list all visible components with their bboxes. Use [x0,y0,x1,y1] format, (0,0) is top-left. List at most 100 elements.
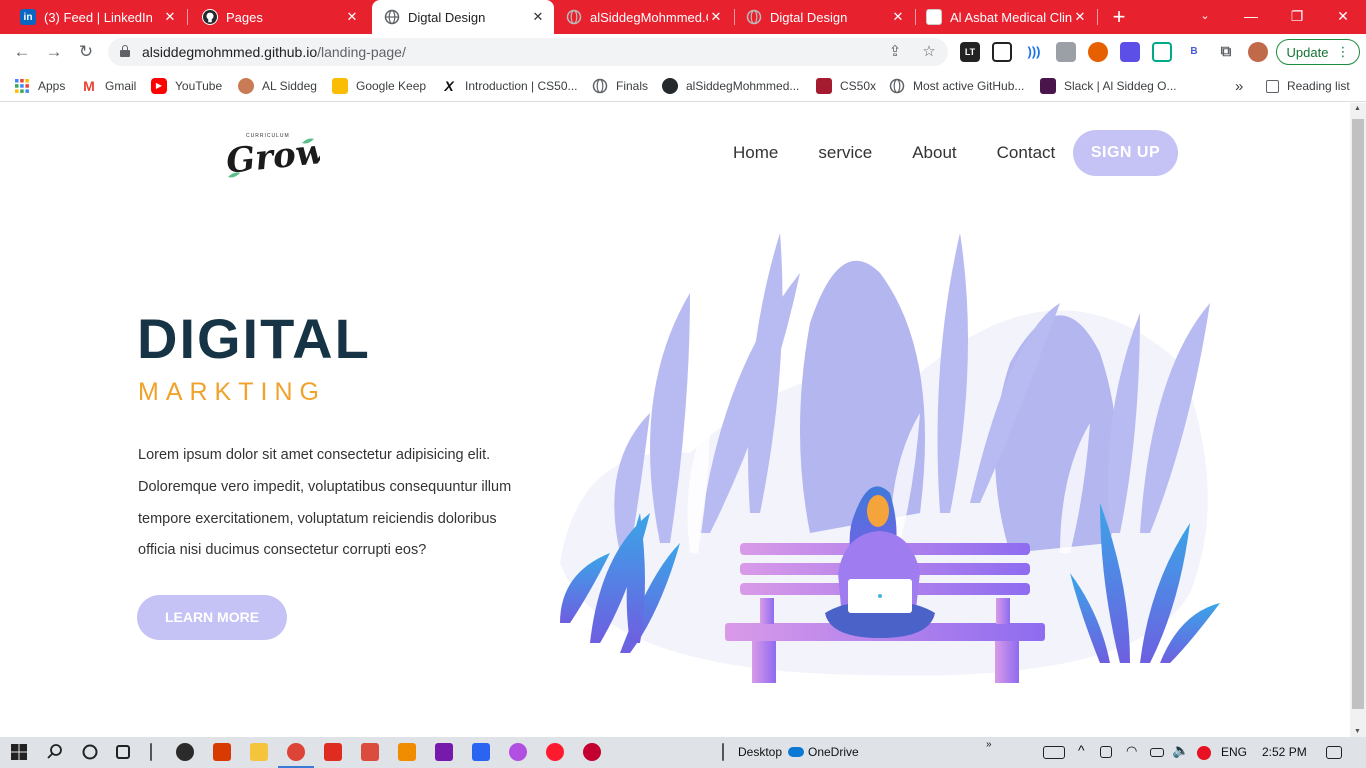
back-button[interactable]: ← [10,40,34,64]
action-center-icon[interactable] [1326,746,1342,759]
language-indicator[interactable]: ENG [1221,745,1247,759]
nav-service[interactable]: service [818,143,872,163]
reload-button[interactable]: ↻ [74,40,98,64]
minimize-button[interactable]: — [1228,0,1274,34]
picture-in-picture-icon[interactable] [992,42,1012,62]
office-icon[interactable] [213,743,231,761]
bookmark-github-repo[interactable]: alSiddegMohmmed... [662,76,799,96]
onedrive-icon[interactable] [788,747,804,757]
cortana-icon[interactable] [81,743,99,761]
tab-github-io[interactable]: alSiddegMohmmed.GitHub.io ✕ [556,0,732,34]
keyboard-icon[interactable] [1043,746,1065,759]
bookmark-finals[interactable]: Finals [592,76,648,96]
file-explorer-icon[interactable] [250,743,268,761]
clock[interactable]: 2:52 PM [1262,745,1307,759]
profile-extension-icon[interactable] [1056,42,1076,62]
nav-contact[interactable]: Contact [997,143,1056,163]
tab-pages[interactable]: Pages ✕ [182,0,368,34]
bookmark-google-keep[interactable]: Google Keep [332,76,426,96]
close-icon[interactable]: ✕ [890,9,906,25]
browser-toolbar: ← → ↻ alsiddegmohmmed.github.io/landing-… [0,34,1366,70]
windows-start-icon[interactable] [10,743,28,761]
forward-button[interactable]: → [42,40,66,64]
bookmark-apps[interactable]: Apps [14,76,65,96]
tab-digtal-design-active[interactable]: Digtal Design ✕ [372,0,554,34]
nav-about[interactable]: About [912,143,956,163]
bookmark-gmail[interactable]: M Gmail [81,76,136,96]
restore-button[interactable]: ❐ [1274,0,1320,34]
scroll-up-arrow-icon[interactable]: ▲ [1354,105,1362,112]
landing-page: CURRICULUM Grow Home service About Conta… [0,103,1350,737]
more-bookmarks-button[interactable]: » [1235,76,1243,96]
puzzle-extensions-icon[interactable]: ⧉ [1216,42,1236,62]
search-icon[interactable] [46,743,64,761]
bookmark-youtube[interactable]: ▶ YouTube [151,76,222,96]
media-player-icon[interactable] [509,743,527,761]
show-hidden-icons[interactable]: ^ [1078,742,1085,758]
link-extension-icon[interactable] [1120,42,1140,62]
scroll-down-arrow-icon[interactable]: ▼ [1354,728,1362,735]
close-icon[interactable]: ✕ [162,9,178,25]
angular-icon[interactable] [583,743,601,761]
tab-title: Digtal Design [408,9,486,25]
lambdatest-extension-icon[interactable]: LT [960,42,980,62]
firefox-extension-icon[interactable] [1088,42,1108,62]
bookmark-slack[interactable]: Slack | Al Siddeg O... [1040,76,1177,96]
onenote-icon[interactable] [435,743,453,761]
more-menu-icon[interactable]: ⋮ [1336,44,1349,60]
close-window-button[interactable]: ✕ [1320,0,1366,34]
bookmark-label: Finals [616,79,649,93]
tab-linkedin[interactable]: in (3) Feed | LinkedIn ✕ [0,0,186,34]
opera-icon[interactable] [546,743,564,761]
bookmark-most-active-github[interactable]: Most active GitHub... [889,76,1024,96]
grow-logo[interactable]: CURRICULUM Grow [224,127,328,183]
url-path: /landing-page/ [317,44,406,60]
github-icon [202,9,218,25]
wave-extension-icon[interactable]: ))) [1024,42,1044,62]
page-scrollbar[interactable]: ▲ ▼ [1350,103,1366,737]
sign-up-button[interactable]: SIGN UP [1073,130,1178,176]
vlc-icon[interactable] [398,743,416,761]
share-icon[interactable]: ⇪ [886,43,904,61]
css3-icon[interactable] [472,743,490,761]
bookmark-al-siddeg[interactable]: AL Siddeg [238,76,317,96]
bookmark-star-icon[interactable]: ☆ [920,43,938,61]
close-icon[interactable]: ✕ [530,9,546,25]
bookmark-cs50x[interactable]: CS50x [816,76,876,96]
toolbar-overflow-icon[interactable]: » [986,739,992,750]
tab-search-icon[interactable]: ⌄ [1182,0,1228,34]
wifi-icon[interactable]: ◠ [1126,743,1137,759]
onedrive-toolbar[interactable]: OneDrive [808,745,859,759]
learn-more-button[interactable]: LEARN MORE [137,595,287,640]
tab-clinic[interactable]: Al Asbat Medical Clinic ✕ [916,0,1096,34]
reading-list-button[interactable]: Reading list [1266,76,1350,96]
acrobat-icon[interactable] [324,743,342,761]
close-icon[interactable]: ✕ [708,9,724,25]
scroll-thumb[interactable] [1352,119,1364,709]
todoist-icon[interactable] [361,743,379,761]
slack-icon [1040,78,1056,94]
translate-extension-icon[interactable] [1152,42,1172,62]
update-button[interactable]: Update ⋮ [1276,39,1360,65]
profile-avatar-icon[interactable] [1248,42,1268,62]
desktop-toolbar[interactable]: Desktop [738,745,782,759]
close-icon[interactable]: ✕ [1072,9,1088,25]
close-icon[interactable]: ✕ [344,9,360,25]
task-view-icon[interactable] [116,745,130,759]
notification-alert-icon[interactable] [1197,746,1211,760]
obs-icon[interactable] [176,743,194,761]
chrome-icon[interactable] [287,743,305,761]
tab-title: Pages [226,9,263,25]
b-extension-icon[interactable]: B [1184,42,1204,62]
tab-title: (3) Feed | LinkedIn [44,9,153,25]
battery-icon[interactable] [1150,748,1164,757]
url-text[interactable]: alsiddegmohmmed.github.io/landing-page/ [142,44,406,60]
bookmark-label: Google Keep [356,79,427,93]
new-tab-button[interactable]: + [1106,4,1132,30]
nav-home[interactable]: Home [733,143,778,163]
meet-now-icon[interactable] [1100,746,1112,758]
volume-icon[interactable]: 🔈 [1172,742,1189,759]
address-bar[interactable]: alsiddegmohmmed.github.io/landing-page/ … [108,38,948,66]
tab-digtal-design[interactable]: Digtal Design ✕ [736,0,914,34]
bookmark-cs50-intro[interactable]: X Introduction | CS50... [441,76,578,96]
